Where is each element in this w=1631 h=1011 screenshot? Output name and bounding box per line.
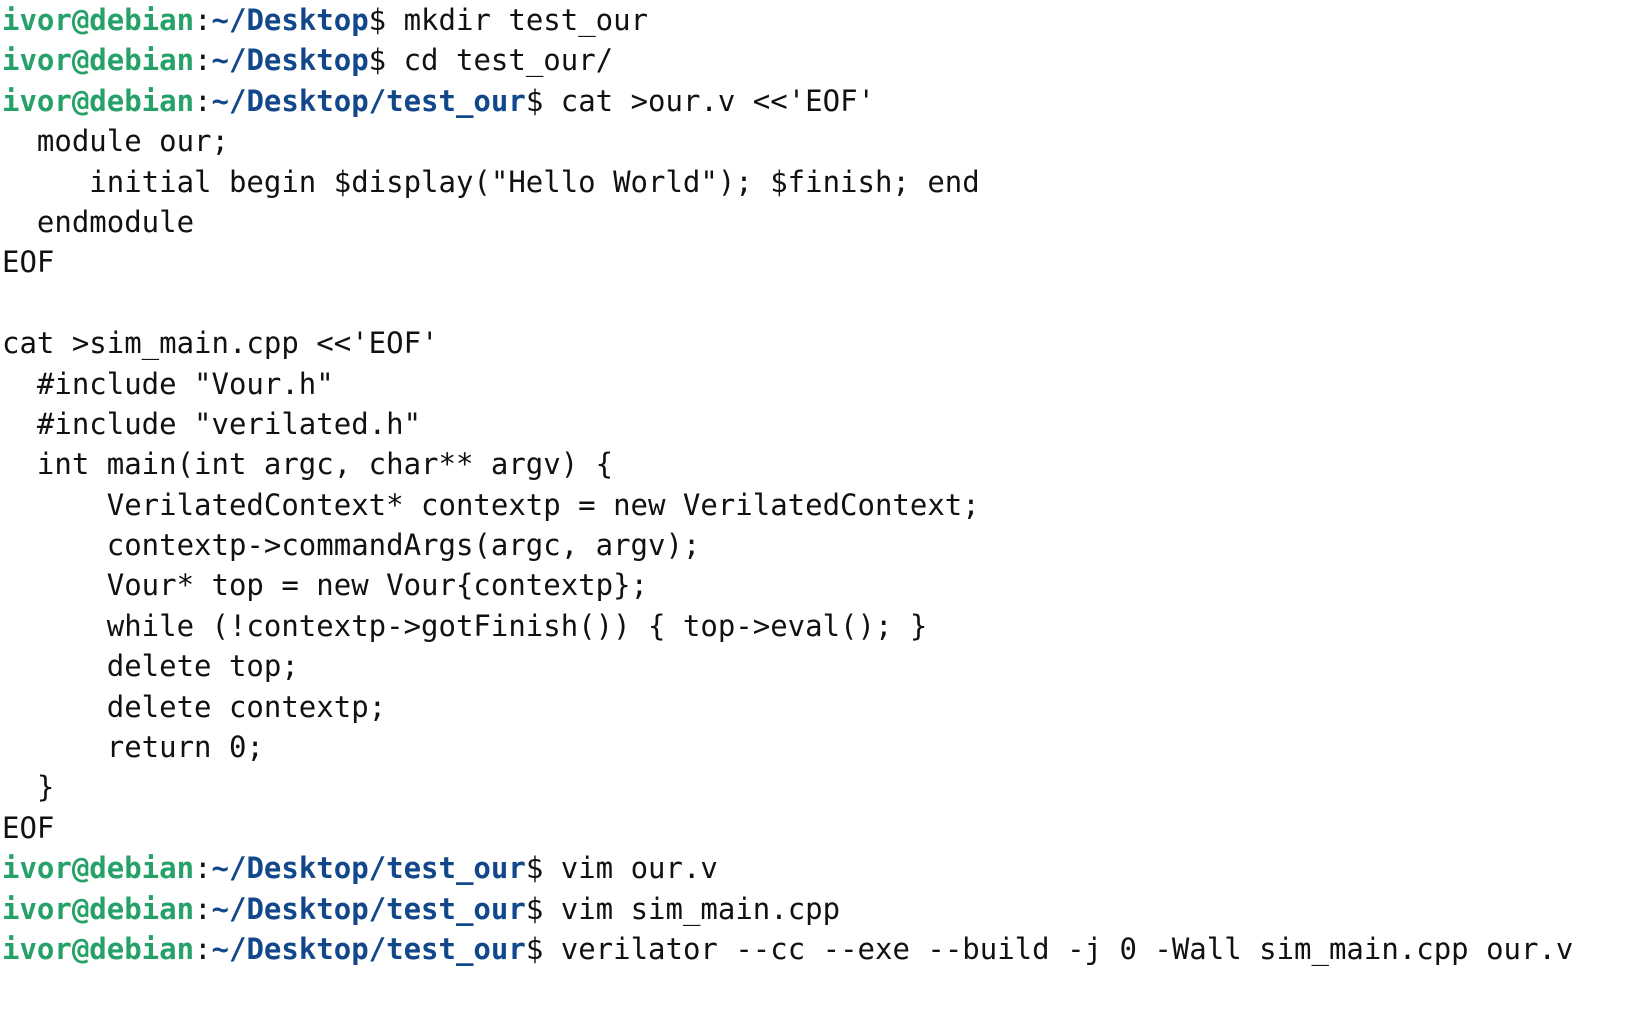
output-line: Vour* top = new Vour{contextp}; [2,568,649,603]
prompt-path: ~/Desktop [211,3,369,37]
prompt-colon: : [194,43,212,78]
output-line: initial begin $display("Hello World"); $… [2,164,980,199]
output-line: EOF [2,245,55,280]
command-text: mkdir test_our [386,3,649,37]
prompt-colon: : [194,3,212,37]
command-text: vim sim_main.cpp [543,891,841,926]
command-text: verilator --cc --exe --build -j 0 -Wall … [543,931,1574,966]
prompt-colon: : [194,851,212,886]
output-line: module our; [2,124,229,159]
output-line: int main(int argc, char** argv) { [2,447,614,482]
command-text: vim our.v [543,851,718,886]
prompt-path: ~/Desktop/test_our [211,891,526,926]
prompt-path: ~/Desktop/test_our [211,931,526,966]
prompt-user: ivor@debian [2,3,195,37]
prompt-line: ivor@debian:~/Desktop/test_our$ verilato… [2,929,1631,969]
terminal-output[interactable]: ivor@debian:~/Desktop$ mkdir test_our iv… [0,0,1631,1011]
prompt-dollar: $ [525,851,544,886]
prompt-path: ~/Desktop/test_our [211,83,526,118]
command-text: cat >our.v <<'EOF' [543,83,876,118]
output-line: delete contextp; [2,689,387,724]
prompt-user: ivor@debian [2,851,195,886]
prompt-user: ivor@debian [2,931,195,966]
prompt-line: ivor@debian:~/Desktop/test_our$ vim our.… [2,848,1631,888]
output-line: VerilatedContext* contextp = new Verilat… [2,487,980,522]
prompt-colon: : [194,891,212,926]
prompt-dollar: $ [368,3,387,37]
prompt-user: ivor@debian [2,43,195,78]
prompt-path: ~/Desktop [211,43,369,78]
prompt-dollar: $ [525,931,544,966]
output-line: endmodule [2,204,195,239]
prompt-line: ivor@debian:~/Desktop/test_our$ vim sim_… [2,889,1631,929]
output-line: EOF [2,810,55,845]
prompt-colon: : [194,931,212,966]
output-line: #include "Vour.h" [2,366,334,401]
output-line: cat >sim_main.cpp <<'EOF' [2,326,439,361]
prompt-colon: : [194,83,212,118]
output-line: } [2,770,55,805]
prompt-line: ivor@debian:~/Desktop$ mkdir test_our [2,0,1631,40]
output-line: contextp->commandArgs(argc, argv); [2,528,701,563]
output-line: return 0; [2,730,264,765]
prompt-dollar: $ [368,43,387,78]
prompt-user: ivor@debian [2,891,195,926]
command-text: cd test_our/ [386,43,614,78]
prompt-line: ivor@debian:~/Desktop/test_our$ cat >our… [2,81,1631,121]
prompt-dollar: $ [525,83,544,118]
prompt-path: ~/Desktop/test_our [211,851,526,886]
prompt-line: ivor@debian:~/Desktop$ cd test_our/ [2,40,1631,80]
prompt-dollar: $ [525,891,544,926]
output-line: #include "verilated.h" [2,406,422,441]
output-line: while (!contextp->gotFinish()) { top->ev… [2,608,928,643]
output-line: delete top; [2,649,299,684]
prompt-user: ivor@debian [2,83,195,118]
